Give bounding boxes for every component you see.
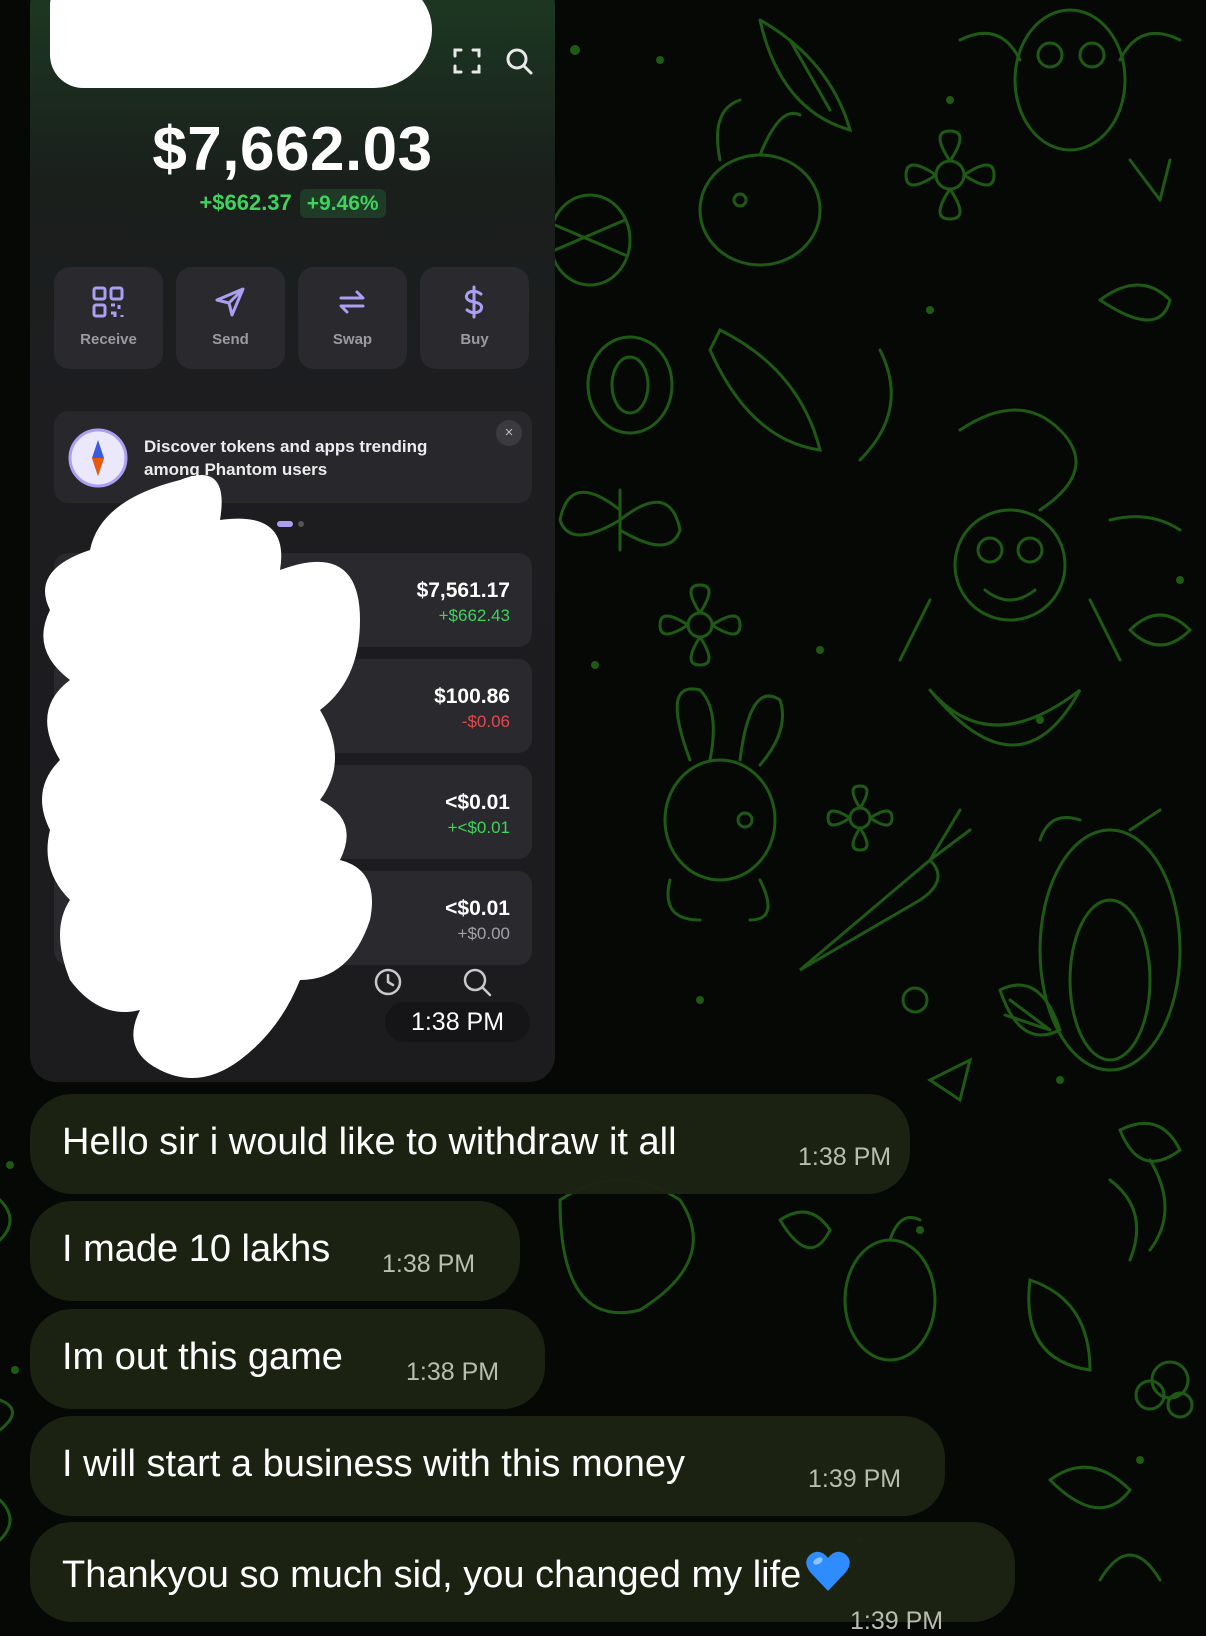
close-icon[interactable]: × xyxy=(496,420,522,446)
message-time: 1:38 PM xyxy=(406,1358,500,1386)
blue-heart-icon xyxy=(806,1551,851,1591)
message-text: Im out this game xyxy=(62,1336,343,1378)
token-change: -$0.06 xyxy=(461,712,510,731)
token-value: <$0.01 xyxy=(445,897,510,920)
chat-message[interactable]: Hello sir i would like to withdraw it al… xyxy=(30,1094,910,1194)
token-value: $7,561.17 xyxy=(416,579,510,602)
redaction-blob-top xyxy=(50,0,432,88)
scan-icon[interactable] xyxy=(452,46,482,81)
message-text: I made 10 lakhs xyxy=(62,1228,331,1270)
history-icon[interactable] xyxy=(373,967,403,1002)
dollar-icon xyxy=(464,285,484,319)
message-time: 1:39 PM xyxy=(808,1465,902,1493)
receive-button[interactable]: Receive xyxy=(54,267,163,369)
token-change: +$0.00 xyxy=(457,924,510,943)
qr-code-icon xyxy=(92,286,124,318)
token-value: $100.86 xyxy=(434,685,510,708)
balance-change-percent: +9.46% xyxy=(299,189,386,218)
token-change: +$662.43 xyxy=(438,606,510,625)
send-button[interactable]: Send xyxy=(176,267,285,369)
total-balance: $7,662.03 xyxy=(152,115,433,184)
search-icon[interactable] xyxy=(504,46,534,81)
chat-message[interactable]: I made 10 lakhs 1:38 PM xyxy=(30,1201,520,1301)
send-label: Send xyxy=(212,331,249,348)
explore-search-icon[interactable] xyxy=(462,967,492,1002)
message-text-line: Thankyou so much sid, you changed my lif… xyxy=(62,1549,851,1597)
message-text: Hello sir i would like to withdraw it al… xyxy=(62,1121,677,1163)
message-time: 1:38 PM xyxy=(382,1250,476,1278)
send-icon xyxy=(215,287,245,317)
token-change: +<$0.01 xyxy=(447,818,510,837)
balance-change-amount: +$662.37 xyxy=(199,190,292,215)
chat-message[interactable]: Im out this game 1:38 PM xyxy=(30,1309,545,1409)
receive-label: Receive xyxy=(80,331,137,348)
buy-button[interactable]: Buy xyxy=(420,267,529,369)
message-time: 1:39 PM xyxy=(850,1607,944,1635)
swap-label: Swap xyxy=(332,331,373,348)
message-time: 1:38 PM xyxy=(798,1143,892,1171)
photo-message-wallet-screenshot[interactable]: $7,662.03 +$662.37 +9.46% Receive Send Sw… xyxy=(30,0,555,1082)
message-text: I will start a business with this money xyxy=(62,1443,686,1485)
swap-button[interactable]: Swap xyxy=(298,267,407,369)
message-text: Thankyou so much sid, you changed my lif… xyxy=(62,1554,802,1596)
buy-label: Buy xyxy=(460,331,489,348)
chat-message[interactable]: Thankyou so much sid, you changed my lif… xyxy=(30,1522,1015,1635)
chat-message[interactable]: I will start a business with this money … xyxy=(30,1416,945,1516)
swap-icon xyxy=(339,290,365,314)
redaction-scribble xyxy=(42,475,372,1078)
token-value: <$0.01 xyxy=(445,791,510,814)
photo-timestamp: 1:38 PM xyxy=(385,1002,530,1042)
balance-change: +$662.37 +9.46% xyxy=(30,189,555,218)
